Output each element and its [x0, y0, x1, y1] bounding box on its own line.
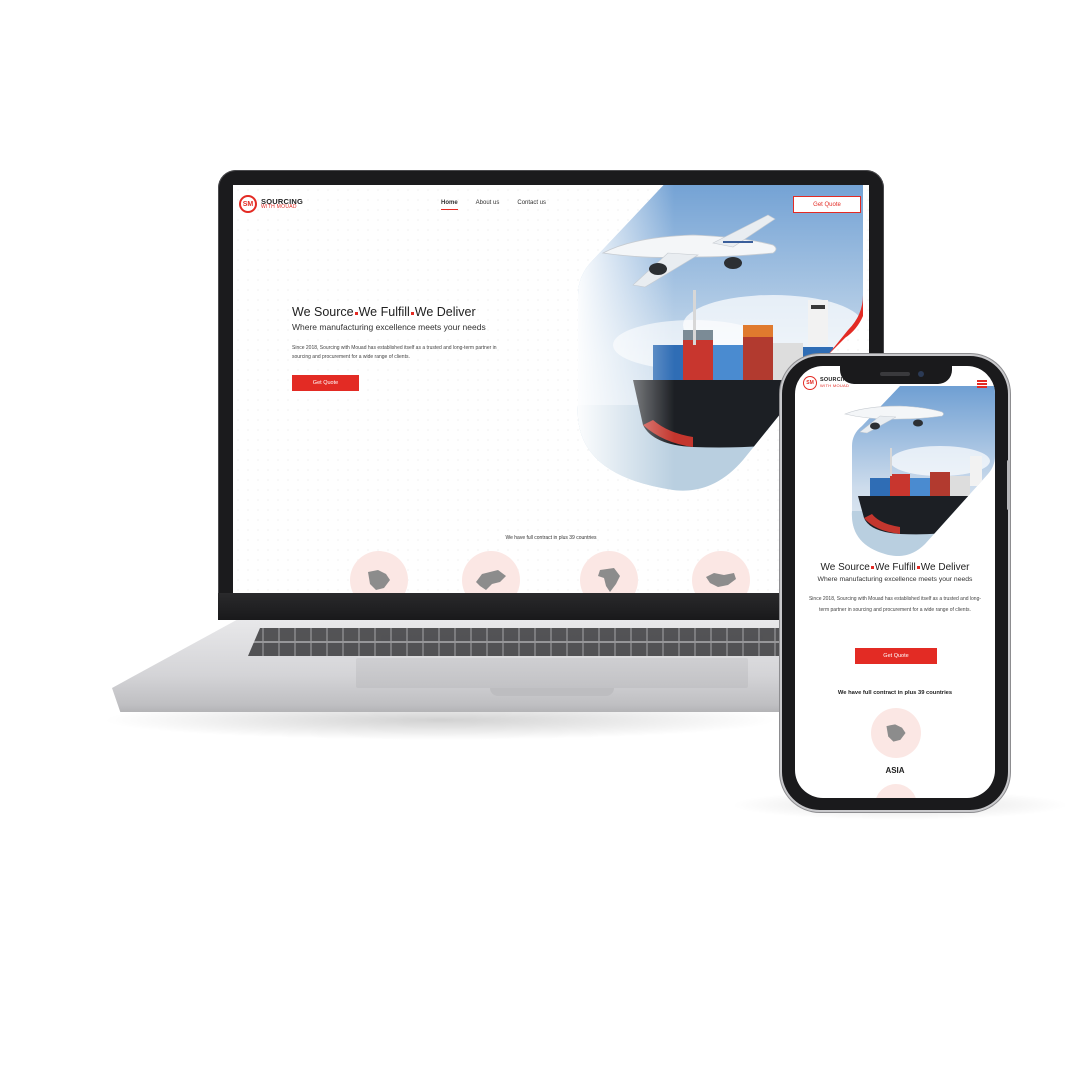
mobile-region-asia-circle[interactable]	[871, 708, 921, 758]
site-logo[interactable]: SM SOURCING WITH MOUAD	[239, 195, 303, 213]
laptop-trackpad	[356, 658, 748, 688]
hamburger-menu-icon[interactable]	[977, 380, 987, 388]
hero-description: Since 2018, Sourcing with Mouad has esta…	[292, 345, 497, 360]
header-get-quote-button[interactable]: Get Quote	[793, 196, 861, 213]
asia-map-icon	[886, 724, 906, 742]
hero-title-part3: We Deliver	[920, 562, 970, 573]
mobile-hero-title: We Source We Fulfill We Deliver	[795, 562, 995, 573]
phone-speaker	[880, 372, 910, 376]
hexagon-logo-icon: SM	[239, 195, 257, 213]
europe-map-icon	[476, 570, 506, 590]
laptop-keyboard	[248, 628, 848, 656]
hero-title: We Source We Fulfill We Deliver	[292, 305, 476, 319]
mobile-site: SM SOURCING WITH MOUAD We Source We Fulfi…	[795, 366, 995, 798]
mobile-coverage-text: We have full contract in plus 39 countri…	[837, 690, 953, 696]
logo-subtitle: WITH MOUAD	[820, 382, 850, 388]
hero-subtitle: Where manufacturing excellence meets you…	[292, 322, 486, 332]
hero-title-part1: We Source	[292, 305, 354, 319]
hero-title-part1: We Source	[820, 562, 870, 573]
red-dot-icon	[354, 312, 358, 315]
hero-title-part2: We Fulfill	[358, 305, 410, 319]
coverage-text: We have full contract in plus 39 countri…	[505, 535, 597, 541]
nav-about[interactable]: About us	[476, 200, 500, 210]
mobile-get-quote-button[interactable]: Get Quote	[855, 648, 937, 664]
hero-title-part3: We Deliver	[414, 305, 476, 319]
mobile-hero-subtitle: Where manufacturing excellence meets you…	[817, 576, 973, 583]
mobile-hero-image	[844, 386, 995, 556]
hero-title-part2: We Fulfill	[874, 562, 916, 573]
phone-camera	[918, 371, 924, 377]
hexagon-logo-icon: SM	[803, 376, 817, 390]
hero-get-quote-button[interactable]: Get Quote	[292, 375, 359, 391]
mobile-hero-description: Since 2018, Sourcing with Mouad has esta…	[808, 596, 982, 613]
red-dot-icon	[870, 566, 874, 569]
mobile-region-label: ASIA	[885, 766, 905, 775]
logo-subtitle: WITH MOUAD	[261, 204, 297, 211]
world-map-icon	[706, 573, 736, 587]
nav-contact[interactable]: Contact us	[517, 200, 546, 210]
main-nav: Home About us Contact us	[441, 200, 546, 210]
red-dot-icon	[410, 312, 414, 315]
laptop-notch	[490, 688, 614, 696]
mobile-region-next-circle[interactable]	[875, 784, 917, 798]
asia-map-icon	[368, 570, 390, 590]
africa-map-icon	[598, 568, 620, 592]
phone-side-button	[1007, 460, 1010, 510]
nav-home[interactable]: Home	[441, 200, 458, 210]
red-dot-icon	[916, 566, 920, 569]
desktop-site: SM SOURCING WITH MOUAD Home About us Con…	[233, 185, 869, 593]
